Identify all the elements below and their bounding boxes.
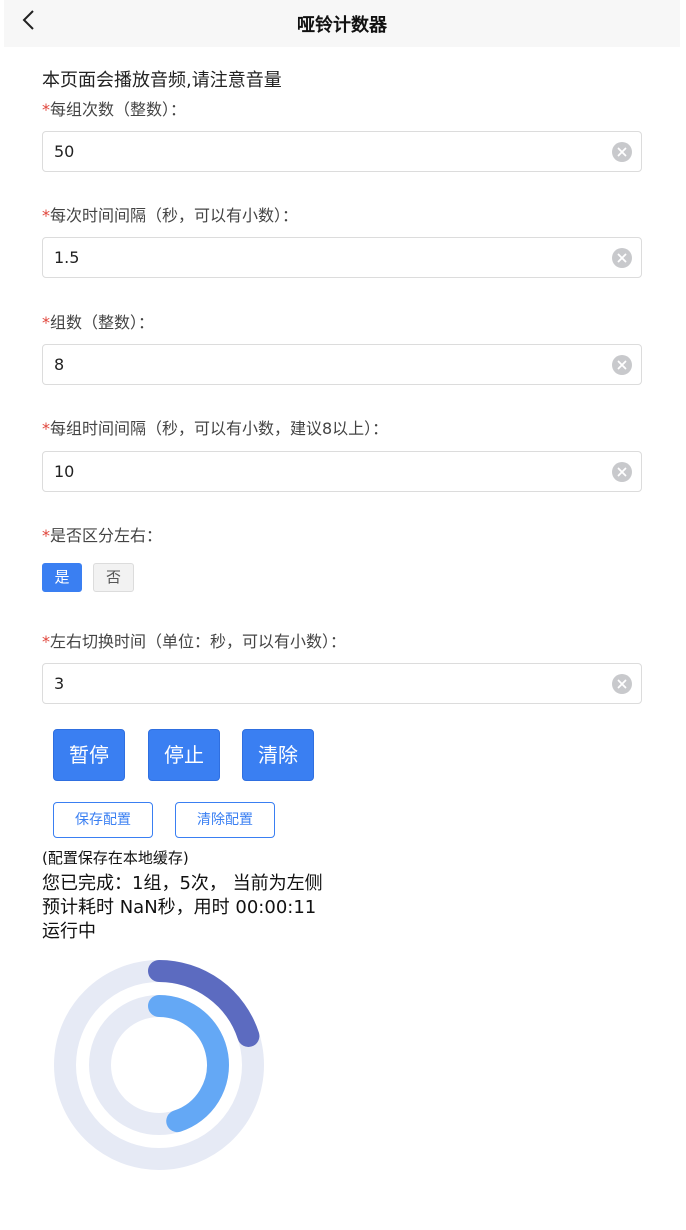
- reps-per-set-input[interactable]: [43, 132, 603, 171]
- rep-interval-label: *每次时间间隔（秒，可以有小数）：: [42, 206, 299, 225]
- rep-interval-field: [42, 237, 642, 278]
- rep-interval-input[interactable]: [43, 238, 603, 277]
- distinguish-sides-label: *是否区分左右：: [42, 526, 163, 545]
- clear-icon[interactable]: [612, 248, 632, 268]
- inner-progress-arc: [148, 995, 229, 1133]
- clear-icon[interactable]: [612, 674, 632, 694]
- time-status: 预计耗时 NaN秒，用时 00:00:11: [42, 897, 317, 918]
- clear-icon[interactable]: [612, 142, 632, 162]
- clear-icon[interactable]: [612, 355, 632, 375]
- side-switch-time-field: [42, 663, 642, 704]
- clear-config-button[interactable]: 清除配置: [175, 802, 275, 838]
- required-marker: *: [42, 206, 50, 225]
- page-title: 哑铃计数器: [297, 15, 387, 36]
- required-marker: *: [42, 100, 50, 119]
- set-count-field: [42, 344, 642, 385]
- required-marker: *: [42, 313, 50, 332]
- set-count-input[interactable]: [43, 345, 603, 384]
- set-count-label: *组数（整数）：: [42, 313, 155, 332]
- pause-button[interactable]: 暂停: [53, 729, 125, 781]
- reps-per-set-label: *每组次数（整数）：: [42, 100, 187, 119]
- side-switch-time-label: *左右切换时间（单位：秒，可以有小数）：: [42, 632, 347, 651]
- completed-status: 您已完成：1组，5次， 当前为左侧: [42, 873, 323, 894]
- set-interval-field: [42, 451, 642, 492]
- clear-icon[interactable]: [612, 462, 632, 482]
- required-marker: *: [42, 632, 50, 651]
- required-marker: *: [42, 419, 50, 438]
- set-interval-input[interactable]: [43, 452, 603, 491]
- reps-per-set-field: [42, 131, 642, 172]
- set-interval-label: *每组时间间隔（秒，可以有小数，建议8以上）：: [42, 419, 389, 438]
- clear-button[interactable]: 清除: [242, 729, 314, 781]
- option-no-button[interactable]: 否: [93, 563, 134, 592]
- running-state: 运行中: [42, 921, 96, 942]
- save-config-button[interactable]: 保存配置: [53, 802, 153, 838]
- stop-button[interactable]: 停止: [148, 729, 220, 781]
- top-bar: 哑铃计数器: [4, 0, 680, 47]
- audio-notice: 本页面会播放音频,请注意音量: [42, 70, 282, 91]
- side-switch-time-input[interactable]: [43, 664, 603, 703]
- config-note: (配置保存在本地缓存): [42, 849, 189, 867]
- required-marker: *: [42, 526, 50, 545]
- progress-rings: [54, 960, 264, 1170]
- option-yes-button[interactable]: 是: [42, 563, 82, 592]
